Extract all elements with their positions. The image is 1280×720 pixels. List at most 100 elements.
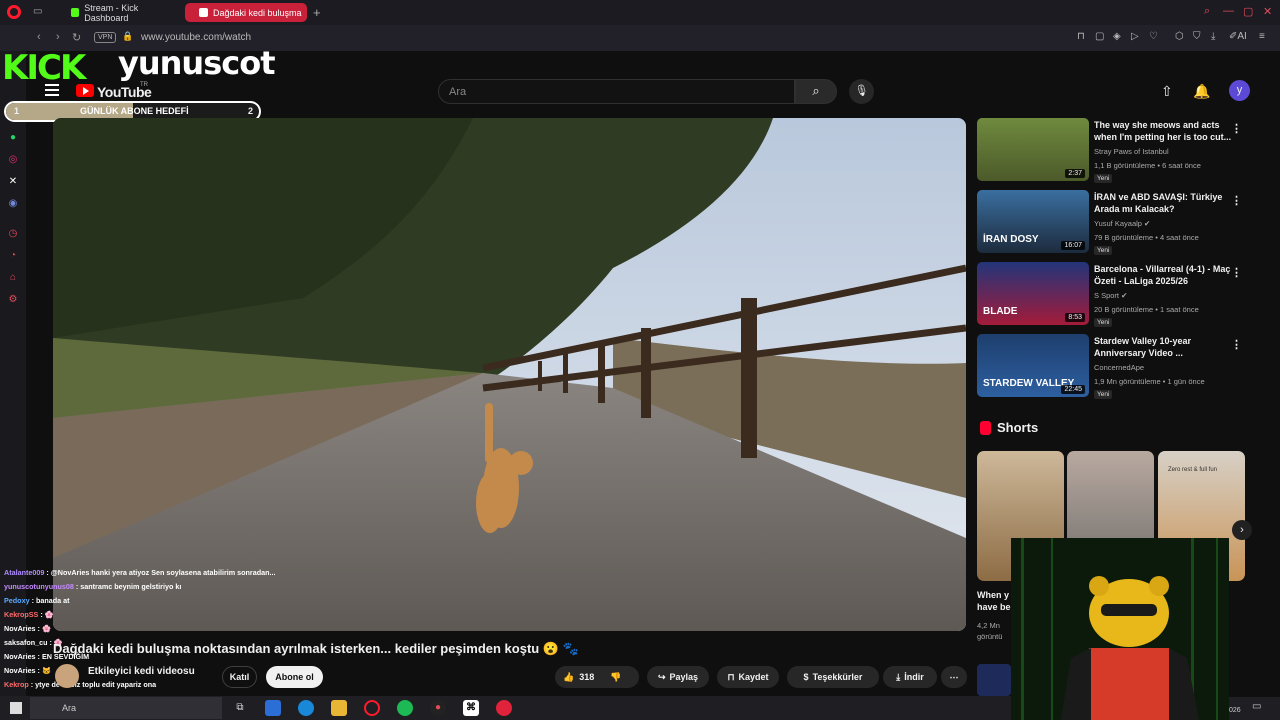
close-icon[interactable]: ✕ (1263, 5, 1272, 18)
channel-label: Stray Paws of Istanbul (1094, 147, 1169, 156)
forward-icon[interactable]: › (56, 31, 60, 43)
minimize-icon[interactable]: — (1223, 5, 1234, 17)
verified-icon: ✔ (1121, 291, 1128, 300)
more-options-icon[interactable]: ⋮ (1231, 338, 1242, 351)
recording-app-icon[interactable] (496, 700, 512, 716)
opera-logo-icon[interactable] (7, 5, 21, 19)
spotify-icon[interactable] (397, 700, 413, 716)
discord-icon[interactable]: ◉ (7, 198, 19, 210)
chat-text: : 🌸 (38, 610, 54, 619)
pinboard-icon[interactable]: ⌂ (7, 272, 19, 284)
video-meta: 1,9 Mn görüntüleme • 1 gün önce (1094, 377, 1205, 386)
bookmark-icon[interactable]: ⊓ (1077, 31, 1085, 42)
more-options-icon[interactable]: ⋮ (1231, 122, 1242, 135)
channel-name[interactable]: Stray Paws of Istanbul (1094, 147, 1169, 156)
taskbar-search[interactable]: Ara (30, 697, 222, 719)
tab-label: Dağdaki kedi buluşma (213, 7, 302, 18)
video-title[interactable]: İRAN ve ABD SAVAŞI: Türkiye Arada mı Kal… (1094, 191, 1234, 215)
short-title[interactable]: When y have be (977, 589, 1011, 613)
upload-icon[interactable]: ⇧ (1161, 83, 1173, 100)
shield-icon[interactable]: ◈ (1113, 31, 1121, 42)
kick-icon (71, 8, 80, 17)
history-icon[interactable]: ◔ (7, 250, 19, 262)
notification-icon[interactable]: ▭ (1252, 701, 1261, 712)
lock-icon[interactable]: 🔒 (122, 31, 133, 42)
account-avatar[interactable]: y (1229, 80, 1250, 101)
streamer-webcam (1011, 538, 1229, 720)
shorts-next-button[interactable]: › (1232, 520, 1252, 540)
new-tab-button[interactable]: + (313, 5, 321, 20)
snapshot-icon[interactable]: ▢ (1095, 31, 1104, 42)
file-explorer-icon[interactable] (331, 700, 347, 716)
share-button[interactable]: ↪ Paylaş (647, 666, 709, 688)
video-title[interactable]: Barcelona - Villarreal (4-1) - Maç Özeti… (1094, 263, 1234, 287)
video-title[interactable]: Stardew Valley 10-year Anniversary Video… (1094, 335, 1234, 359)
video-thumbnail[interactable]: İRAN DOSY 16:07 (977, 190, 1089, 253)
recommended-video[interactable]: İRAN DOSY 16:07 İRAN ve ABD SAVAŞI: Türkiy… (977, 190, 1267, 255)
heart-icon[interactable]: ♡ (1149, 31, 1158, 42)
extensions-icon[interactable]: ⬡ (1175, 31, 1184, 42)
back-icon[interactable]: ‹ (37, 31, 41, 43)
x-icon[interactable]: ✕ (7, 176, 19, 188)
dislike-icon[interactable]: 👎 (610, 672, 621, 683)
video-thumbnail[interactable]: 2:37 (977, 118, 1089, 181)
settings-icon[interactable]: ⚙ (7, 294, 19, 306)
channel-name[interactable]: S Sport ✔ (1094, 291, 1127, 300)
channel-name[interactable]: Yusuf Kayaalp ✔ (1094, 219, 1150, 228)
like-dislike-group: 👍 318 👎 (555, 666, 639, 688)
channel-label: S Sport (1094, 291, 1120, 300)
video-title[interactable]: The way she meows and acts when I'm pett… (1094, 119, 1234, 143)
recommended-video[interactable]: BLADE 8:53 Barcelona - Villarreal (4-1) - … (977, 262, 1267, 327)
like-count[interactable]: 318 (579, 672, 594, 682)
thumbnail-text: BLADE (983, 306, 1018, 317)
chat-message: yunuscotunyunus08 : santramc beynim gels… (4, 582, 181, 591)
save-button[interactable]: ⊓ Kaydet (717, 666, 779, 688)
join-button[interactable]: Katıl (222, 666, 257, 688)
channel-avatar[interactable] (55, 664, 79, 688)
ad-thumbnail[interactable] (977, 664, 1011, 696)
download-button[interactable]: ⤓ İndir (883, 666, 937, 688)
like-icon[interactable]: 👍 (563, 672, 574, 683)
subscribe-button[interactable]: Abone ol (266, 666, 323, 688)
maximize-icon[interactable]: ▢ (1243, 5, 1253, 18)
url-field[interactable]: www.youtube.com/watch (141, 32, 251, 43)
opera-taskbar-icon[interactable] (364, 700, 380, 716)
tab-list-icon[interactable]: ▭ (33, 6, 42, 17)
edge-icon[interactable] (298, 700, 314, 716)
play-icon[interactable]: ▷ (1131, 31, 1139, 42)
vpn-badge[interactable]: VPN (94, 32, 117, 43)
more-options-icon[interactable]: ⋮ (1231, 194, 1242, 207)
search-button[interactable]: ⌕ (795, 79, 837, 104)
tab-kick-dashboard[interactable]: Stream - Kick Dashboard (57, 3, 177, 23)
wallet-icon[interactable]: ⛉ (1193, 31, 1201, 42)
chat-text: : @NovAries hanki yera atiyoz Sen soylas… (44, 568, 276, 577)
notifications-bell-icon[interactable]: 🔔 (1193, 83, 1210, 100)
player-icon[interactable]: ◷ (7, 228, 19, 240)
windows-start-icon[interactable] (10, 702, 22, 714)
video-thumbnail[interactable]: STARDEW VALLEY 22:45 (977, 334, 1089, 397)
chat-message: KekropSS : 🌸 (4, 610, 54, 619)
recommended-video[interactable]: STARDEW VALLEY 22:45 Stardew Valley 10-yea… (977, 334, 1267, 399)
more-options-icon[interactable]: ⋮ (1231, 266, 1242, 279)
more-actions-button[interactable]: ⋯ (941, 666, 967, 688)
search-tabs-icon[interactable]: ⌕ (1204, 5, 1210, 18)
download-icon[interactable]: ⤓ (1211, 31, 1215, 42)
recommended-video[interactable]: 2:37 The way she meows and acts when I'm … (977, 118, 1267, 183)
whatsapp-icon[interactable]: ● (7, 132, 19, 144)
capcut-icon[interactable]: ⌘ (463, 700, 479, 716)
video-player[interactable] (53, 118, 966, 631)
menu-icon[interactable]: ≡ (1259, 31, 1265, 42)
app-icon[interactable]: ● (430, 700, 446, 716)
thanks-button[interactable]: $ Teşekkürler (787, 666, 879, 688)
task-view-icon[interactable]: ⧉ (232, 700, 248, 716)
ai-button[interactable]: ✐AI (1229, 31, 1247, 42)
tab-youtube-video[interactable]: Dağdaki kedi buluşma (185, 3, 307, 22)
copilot-icon[interactable] (265, 700, 281, 716)
channel-name[interactable]: Etkileyici kedi videosu (88, 666, 195, 677)
search-input[interactable]: Ara (438, 79, 795, 104)
instagram-icon[interactable]: ◎ (7, 154, 19, 166)
video-thumbnail[interactable]: BLADE 8:53 (977, 262, 1089, 325)
reload-icon[interactable]: ↻ (72, 31, 81, 44)
voice-search-button[interactable]: 🎙 (849, 79, 874, 104)
channel-name[interactable]: ConcernedApe (1094, 363, 1144, 372)
